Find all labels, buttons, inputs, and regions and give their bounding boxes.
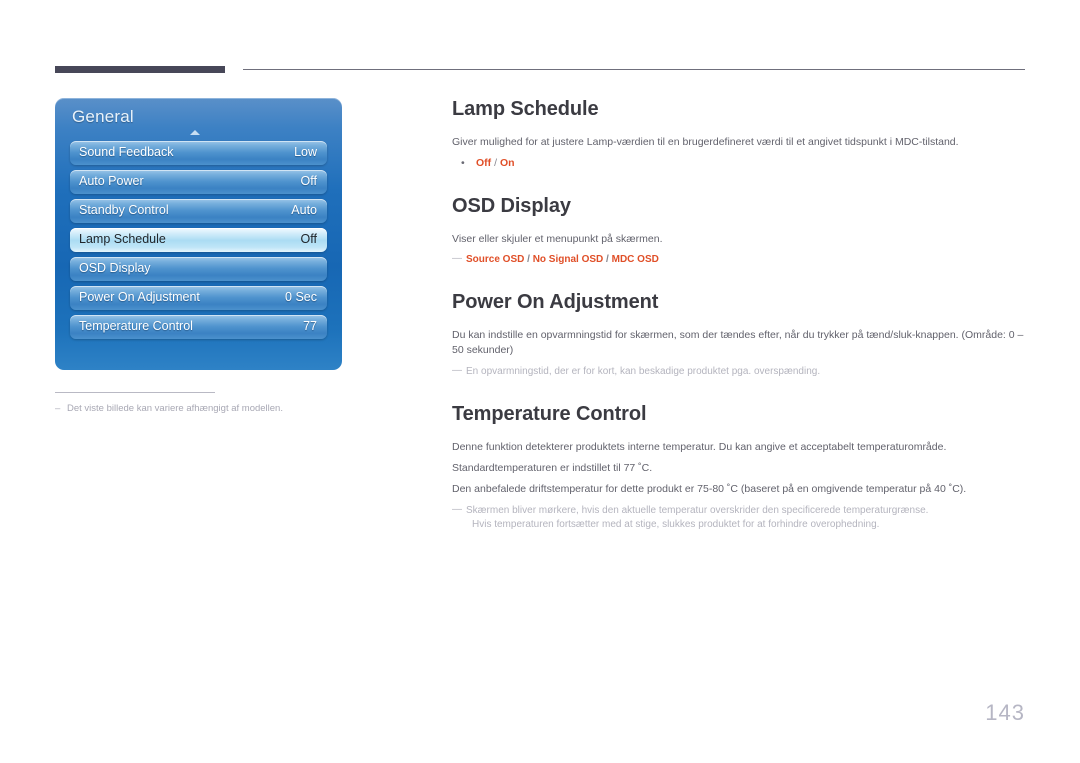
bullet-dot-icon: • [461,157,465,169]
image-disclaimer-note: – Det viste billede kan variere afhængig… [55,392,345,415]
warning-note: — Skærmen bliver mørkere, hvis den aktue… [452,504,1024,532]
osd-row-label: Temperature Control [79,319,193,333]
option-value: No Signal OSD [532,254,604,265]
osd-row-power-on-adjustment[interactable]: Power On Adjustment 0 Sec [70,286,327,310]
osd-row-label: Lamp Schedule [79,232,166,246]
content-column: Lamp Schedule Giver mulighed for at just… [452,98,1024,532]
osd-row-value: Off [300,232,317,246]
option-value: Source OSD [466,254,525,265]
section-title: Temperature Control [452,403,647,425]
note-dash-icon: — [452,365,462,376]
note-text-continuation: Hvis temperaturen fortsætter med at stig… [472,519,880,530]
osd-row-label: Standby Control [79,203,169,217]
osd-display-options-note: — Source OSD / No Signal OSD / MDC OSD [452,253,1024,267]
note-dash-icon: — [452,253,462,264]
osd-menu-panel: General Sound Feedback Low Auto Power Of… [55,98,342,370]
option-value: MDC OSD [611,254,659,265]
section-body-paragraph: Denne funktion detekterer produktets int… [452,441,947,453]
option-value: On [499,157,515,169]
section-body-paragraph: Du kan indstille en opvarmningstid for s… [452,329,1024,356]
section-temperature-control: Temperature Control Denne funktion detek… [452,403,1024,532]
osd-row-lamp-schedule[interactable]: Lamp Schedule Off [70,228,327,252]
option-value: Off [476,157,492,169]
osd-row-auto-power[interactable]: Auto Power Off [70,170,327,194]
osd-row-label: Power On Adjustment [79,290,200,304]
osd-row-label: Sound Feedback [79,145,174,159]
section-lamp-schedule: Lamp Schedule Giver mulighed for at just… [452,98,1024,171]
note-text: En opvarmningstid, der er for kort, kan … [466,366,821,377]
osd-row-value: Off [300,174,317,188]
osd-menu-row-list: Sound Feedback Low Auto Power Off Standb… [70,141,327,344]
note-text: Skærmen bliver mørkere, hvis den aktuell… [466,505,929,516]
scroll-up-arrow-icon[interactable] [190,130,200,135]
section-body-paragraph: Standardtemperaturen er indstillet til 7… [452,462,653,474]
manual-page: General Sound Feedback Low Auto Power Of… [0,0,1080,763]
section-title: Power On Adjustment [452,291,659,313]
option-separator: / [606,254,609,265]
section-power-on-adjustment: Power On Adjustment Du kan indstille en … [452,291,1024,379]
section-body-paragraph: Giver mulighed for at justere Lamp-værdi… [452,136,959,148]
header-rule [55,66,1025,76]
section-title: OSD Display [452,195,571,217]
section-osd-display: OSD Display Viser eller skjuler et menup… [452,195,1024,267]
page-number: 143 [985,700,1025,725]
header-accent-bar [55,66,225,73]
note-divider [55,392,215,393]
warning-note: — En opvarmningstid, der er for kort, ka… [452,365,1024,379]
option-bullet-item: • Off / On [452,156,1024,171]
note-text: Det viste billede kan variere afhængigt … [67,403,283,414]
note-text-line: – Det viste billede kan variere afhængig… [55,402,345,415]
section-body-paragraph: Viser eller skjuler et menupunkt på skær… [452,233,663,245]
osd-row-sound-feedback[interactable]: Sound Feedback Low [70,141,327,165]
osd-row-temperature-control[interactable]: Temperature Control 77 [70,315,327,339]
osd-row-value: 0 Sec [285,290,317,304]
section-body-paragraph: Den anbefalede driftstemperatur for dett… [452,483,967,495]
osd-row-value: Auto [291,203,317,217]
osd-row-standby-control[interactable]: Standby Control Auto [70,199,327,223]
option-separator: / [494,157,498,169]
osd-row-value: Low [294,145,317,159]
osd-row-label: Auto Power [79,174,144,188]
note-dash-icon: — [452,504,462,515]
note-dash-icon: – [55,403,61,414]
header-thin-line [243,69,1025,70]
osd-row-osd-display[interactable]: OSD Display [70,257,327,281]
section-title: Lamp Schedule [452,98,599,120]
osd-row-label: OSD Display [79,261,151,275]
option-bullet-list: • Off / On [452,156,1024,171]
osd-menu-title: General [72,107,134,126]
osd-row-value: 77 [303,319,317,333]
option-separator: / [527,254,530,265]
